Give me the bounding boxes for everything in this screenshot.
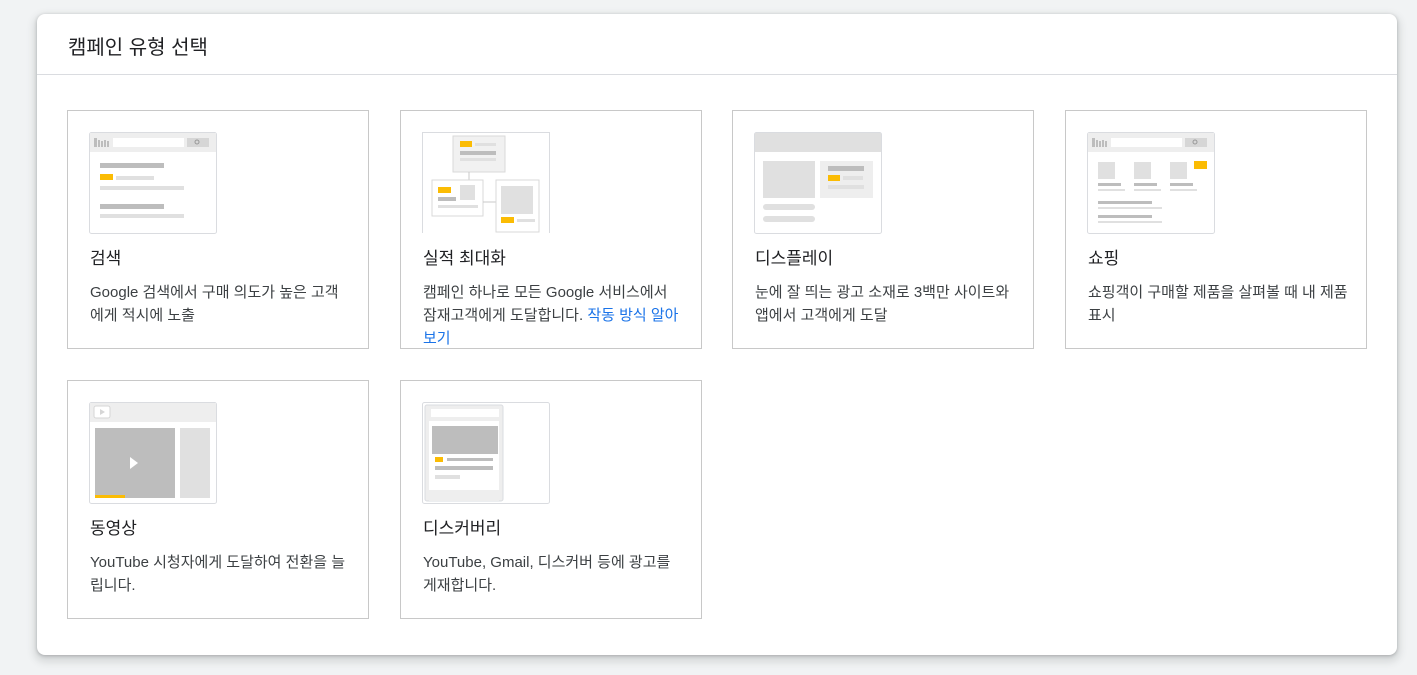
video-illustration-icon	[89, 402, 217, 504]
performance-max-illustration-icon	[422, 132, 550, 233]
card-search[interactable]: 검색 Google 검색에서 구매 의도가 높은 고객에게 적시에 노출	[67, 110, 369, 349]
card-description: Google 검색에서 구매 의도가 높은 고객에게 적시에 노출	[90, 284, 339, 324]
card-display[interactable]: 디스플레이 눈에 잘 띄는 광고 소재로 3백만 사이트와 앱에서 고객에게 도…	[732, 110, 1034, 349]
card-description: YouTube, Gmail, 디스커버 등에 광고를 게재합니다.	[423, 554, 671, 594]
dialog-title: 캠페인 유형 선택	[68, 37, 208, 59]
card-description: 쇼핑객이 구매할 제품을 살펴볼 때 내 제품 표시	[1088, 284, 1348, 324]
card-shopping[interactable]: 쇼핑 쇼핑객이 구매할 제품을 살펴볼 때 내 제품 표시	[1065, 110, 1367, 349]
campaign-type-dialog: 캠페인 유형 선택 검색 Google 검색에서 구매 의도가 높은 고객에게 …	[37, 14, 1397, 655]
card-title: 동영상	[90, 519, 137, 538]
discovery-illustration-icon	[422, 402, 550, 504]
shopping-illustration-icon	[1087, 132, 1215, 234]
card-title: 검색	[90, 249, 122, 268]
card-description: YouTube 시청자에게 도달하여 전환을 늘립니다.	[90, 554, 346, 594]
display-illustration-icon	[754, 132, 882, 234]
card-title: 디스커버리	[423, 519, 502, 538]
search-illustration-icon	[89, 132, 217, 234]
card-title: 실적 최대화	[423, 249, 506, 268]
card-performance-max[interactable]: 실적 최대화 캠페인 하나로 모든 Google 서비스에서 잠재고객에게 도달…	[400, 110, 702, 349]
card-title: 쇼핑	[1088, 249, 1120, 268]
card-description: 캠페인 하나로 모든 Google 서비스에서 잠재고객에게 도달합니다. 작동…	[423, 281, 683, 348]
card-video[interactable]: 동영상 YouTube 시청자에게 도달하여 전환을 늘립니다.	[67, 380, 369, 619]
card-title: 디스플레이	[755, 249, 834, 268]
card-description: 눈에 잘 띄는 광고 소재로 3백만 사이트와 앱에서 고객에게 도달	[755, 284, 1010, 324]
card-discovery[interactable]: 디스커버리 YouTube, Gmail, 디스커버 등에 광고를 게재합니다.	[400, 380, 702, 619]
header-divider	[37, 74, 1397, 75]
